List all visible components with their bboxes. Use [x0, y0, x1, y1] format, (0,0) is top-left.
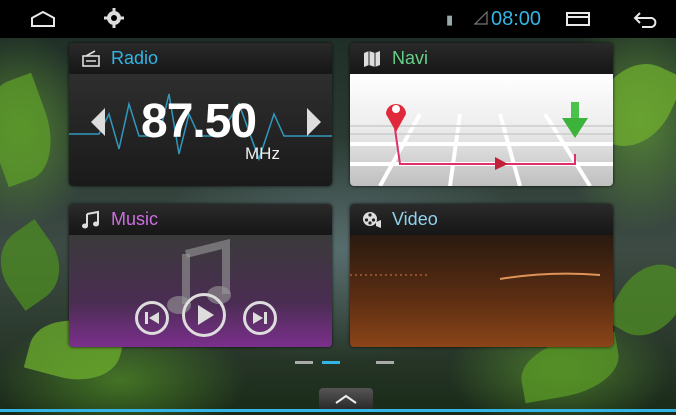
video-label: Video [392, 209, 438, 229]
destination-arrow-icon [562, 102, 588, 138]
home-icon[interactable] [30, 10, 56, 28]
back-icon[interactable] [632, 10, 660, 28]
navi-header: Navi [350, 43, 613, 76]
radio-display: 87.50 MHz [69, 74, 332, 186]
music-tile[interactable]: Music [69, 204, 332, 347]
music-label: Music [111, 209, 159, 229]
page-indicator-3 [376, 361, 394, 364]
music-header: Music [69, 204, 332, 237]
video-preview [350, 235, 613, 347]
navi-label: Navi [392, 48, 429, 68]
radio-header: Radio [69, 43, 332, 76]
play-icon [198, 305, 214, 325]
skip-back-icon [145, 312, 159, 324]
page-indicator-2-active [322, 361, 340, 364]
play-button[interactable] [182, 293, 226, 337]
page-indicator-1 [295, 361, 313, 364]
bluetooth-icon: ▮ [446, 12, 454, 27]
next-button[interactable] [243, 301, 277, 335]
skip-forward-icon [253, 312, 267, 324]
frequency-unit: MHz [245, 144, 280, 163]
status-bar: ▮ 08:00 [0, 0, 676, 38]
film-reel-icon [363, 211, 381, 228]
navi-tile[interactable]: Navi [350, 43, 613, 186]
radio-tile[interactable]: Radio 87.50 MHz [69, 43, 332, 186]
video-tile[interactable]: Video [350, 204, 613, 347]
navi-preview [350, 74, 613, 186]
signal-icon [474, 11, 488, 25]
video-streak [350, 272, 601, 280]
chevron-up-icon [335, 394, 357, 404]
app-drawer-button[interactable] [319, 388, 373, 409]
tune-down-button[interactable] [91, 108, 105, 136]
radio-label: Radio [111, 48, 159, 68]
map-icon [364, 50, 380, 67]
recent-apps-icon[interactable] [565, 11, 591, 27]
gear-icon[interactable] [104, 8, 124, 28]
video-header: Video [350, 204, 613, 237]
music-note-icon [82, 210, 99, 228]
radio-icon [82, 49, 100, 67]
music-player [69, 235, 332, 347]
bottom-accent-line [0, 409, 676, 412]
tune-up-button[interactable] [307, 108, 321, 136]
clock: 08:00 [491, 8, 542, 30]
frequency-value: 87.50 [141, 95, 257, 148]
start-pin-icon [386, 104, 406, 132]
previous-button[interactable] [135, 301, 169, 335]
